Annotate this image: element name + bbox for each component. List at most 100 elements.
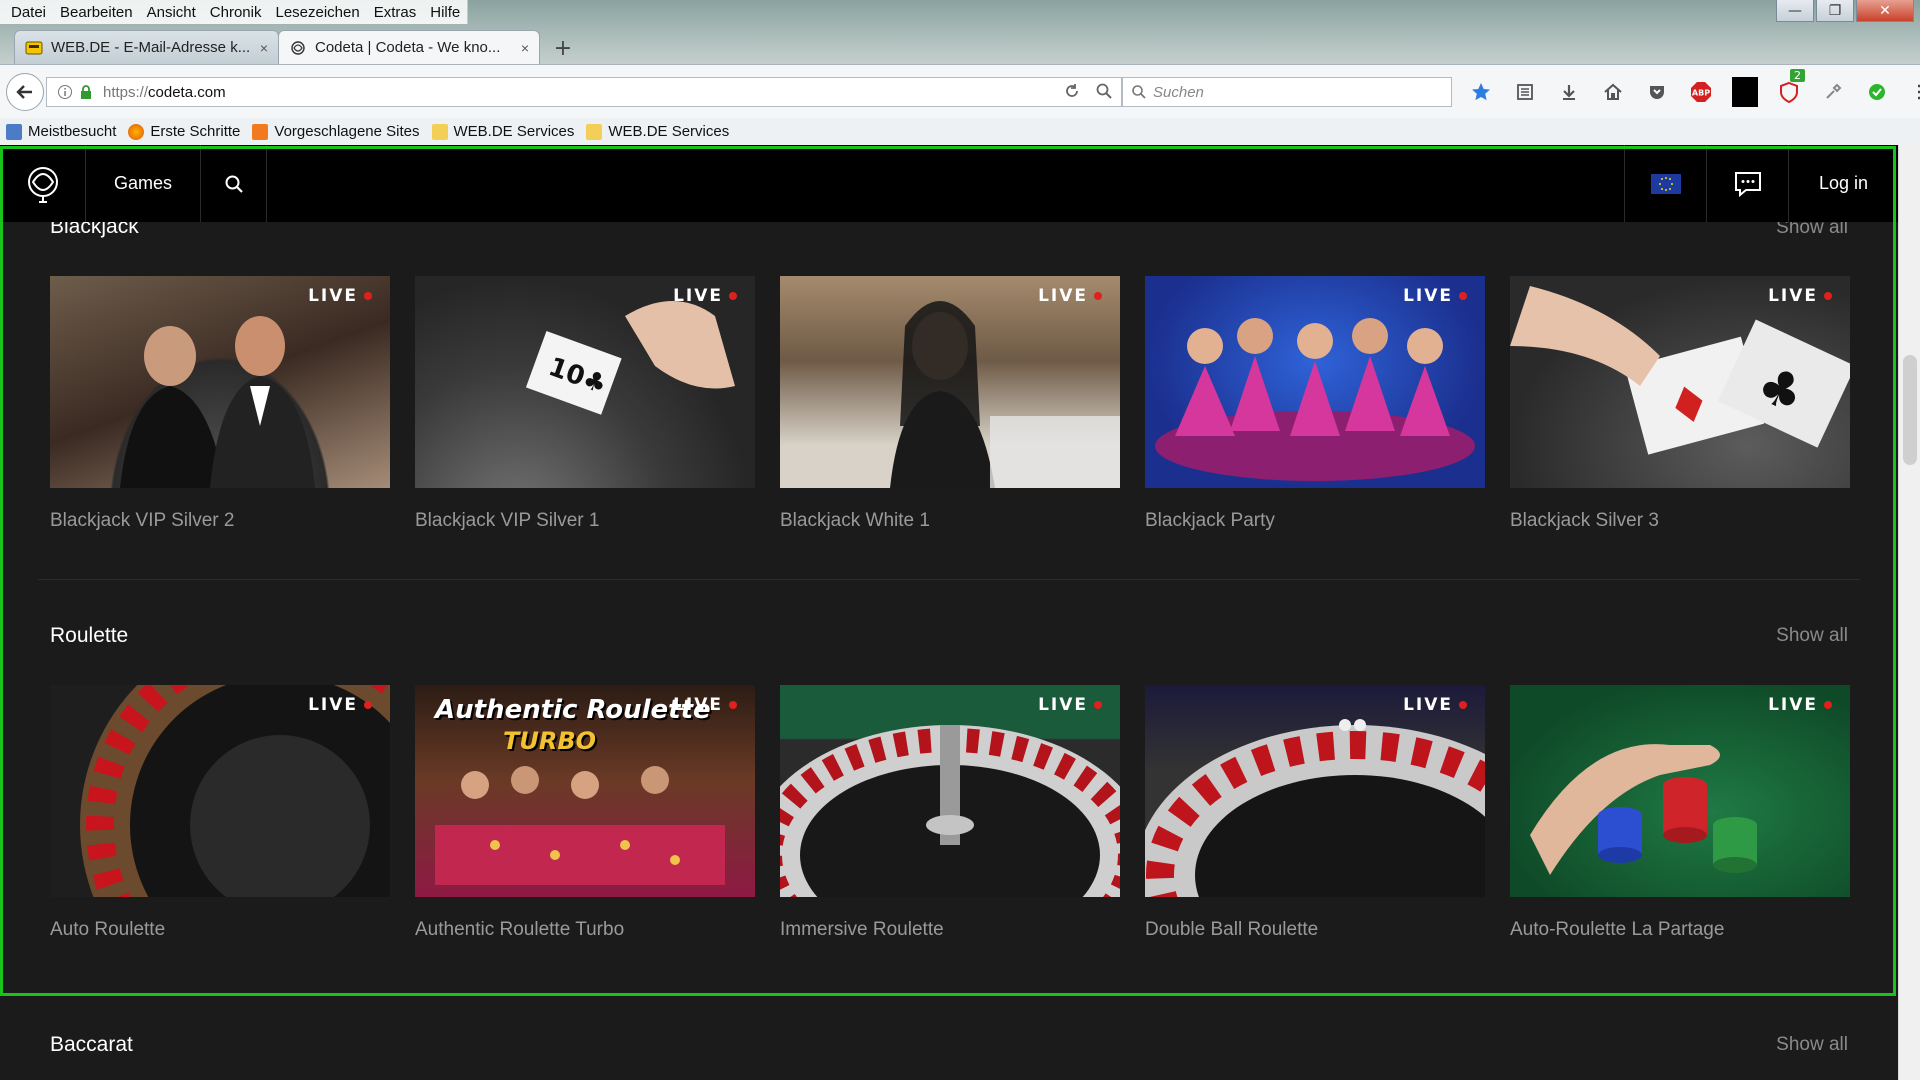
lock-icon: [81, 85, 91, 99]
promo-title: Authentic Roulette: [435, 695, 711, 725]
game-thumbnail[interactable]: LIVE: [1145, 276, 1485, 488]
game-card[interactable]: ♦ ♣ LIVE Blackjack Silver 3: [1510, 276, 1850, 532]
codeta-logo-icon[interactable]: [0, 145, 86, 222]
game-title[interactable]: Blackjack Party: [1145, 510, 1485, 532]
extension-black-icon[interactable]: [1732, 77, 1758, 107]
game-card[interactable]: Authentic Roulette TURBO LIVE Authentic …: [415, 685, 755, 941]
bookmark-erste-schritte[interactable]: Erste Schritte: [128, 123, 240, 140]
game-thumbnail[interactable]: LIVE: [1145, 685, 1485, 897]
home-icon[interactable]: [1600, 79, 1626, 105]
reload-icon[interactable]: [1063, 82, 1081, 100]
reading-list-icon[interactable]: [1512, 79, 1538, 105]
game-title[interactable]: Authentic Roulette Turbo: [415, 919, 755, 941]
back-arrow-icon: [16, 85, 32, 99]
codeta-page: Games Log in Blackjack Show all LIVE Bla…: [0, 145, 1898, 1080]
game-card[interactable]: LIVE Double Ball Roulette: [1145, 685, 1485, 941]
chat-icon[interactable]: [1706, 145, 1788, 222]
game-card[interactable]: LIVE Auto Roulette: [50, 685, 390, 941]
show-all-link[interactable]: Show all: [1776, 1034, 1848, 1056]
game-title[interactable]: Blackjack Silver 3: [1510, 510, 1850, 532]
game-card[interactable]: LIVE Blackjack VIP Silver 2: [50, 276, 390, 532]
scrollbar-thumb[interactable]: [1903, 355, 1917, 465]
codeta-favicon-icon: [289, 40, 307, 56]
game-thumbnail[interactable]: Authentic Roulette TURBO LIVE: [415, 685, 755, 897]
nav-search-button[interactable]: [201, 145, 267, 222]
bookmarks-bar: Meistbesucht Erste Schritte Vorgeschlage…: [0, 118, 1920, 145]
live-badge: LIVE: [673, 695, 737, 715]
site-header: Games Log in: [0, 145, 1898, 222]
game-thumbnail[interactable]: LIVE: [780, 685, 1120, 897]
game-card[interactable]: LIVE Immersive Roulette: [780, 685, 1120, 941]
cards-image: ♦ ♣: [1510, 286, 1850, 455]
url-bar[interactable]: https://codeta.com: [46, 77, 1122, 107]
new-tab-button[interactable]: +: [547, 32, 579, 64]
tab-close-icon[interactable]: ×: [260, 40, 268, 56]
game-thumbnail[interactable]: LIVE: [50, 276, 390, 488]
eu-flag-icon[interactable]: [1624, 145, 1706, 222]
live-badge: LIVE: [673, 286, 737, 306]
section-title: Baccarat: [50, 1033, 133, 1056]
menu-datei[interactable]: Datei: [4, 4, 53, 21]
game-title[interactable]: Immersive Roulette: [780, 919, 1120, 941]
game-title[interactable]: Blackjack VIP Silver 1: [415, 510, 755, 532]
game-title[interactable]: Blackjack VIP Silver 2: [50, 510, 390, 532]
menu-lesezeichen[interactable]: Lesezeichen: [268, 4, 366, 21]
game-thumbnail[interactable]: LIVE: [780, 276, 1120, 488]
bookmark-meistbesucht[interactable]: Meistbesucht: [6, 123, 116, 140]
download-icon[interactable]: [1556, 79, 1582, 105]
show-all-link[interactable]: Show all: [1776, 625, 1848, 647]
bookmark-webde-services-2[interactable]: WEB.DE Services: [586, 123, 729, 140]
bookmark-vorgeschlagene-sites[interactable]: Vorgeschlagene Sites: [252, 123, 420, 140]
game-title[interactable]: Double Ball Roulette: [1145, 919, 1485, 941]
info-icon[interactable]: [57, 84, 73, 100]
live-badge: LIVE: [1038, 695, 1102, 715]
url-search-icon[interactable]: [1095, 82, 1113, 100]
window-controls: — ❐ ✕: [1776, 0, 1914, 22]
tools-icon[interactable]: [1820, 79, 1846, 105]
bookmark-webde-services-1[interactable]: WEB.DE Services: [431, 123, 574, 140]
game-thumbnail[interactable]: LIVE: [50, 685, 390, 897]
tab-label: WEB.DE - E-Mail-Adresse k...: [51, 39, 251, 56]
game-title[interactable]: Blackjack White 1: [780, 510, 1120, 532]
live-dot: [729, 701, 737, 709]
tab-codeta[interactable]: Codeta | Codeta - We kno... ×: [278, 30, 540, 64]
game-card[interactable]: LIVE Auto-Roulette La Partage: [1510, 685, 1850, 941]
back-button[interactable]: [6, 73, 44, 111]
menu-hilfe[interactable]: Hilfe: [423, 4, 467, 21]
bookmark-star-icon[interactable]: [1468, 79, 1494, 105]
maximize-icon[interactable]: ❐: [1816, 0, 1854, 22]
nav-games[interactable]: Games: [86, 145, 201, 222]
search-input[interactable]: Suchen: [1122, 77, 1452, 107]
game-thumbnail[interactable]: LIVE: [1510, 685, 1850, 897]
badge-count: 2: [1790, 69, 1805, 82]
check-circle-icon[interactable]: [1864, 79, 1890, 105]
game-card[interactable]: LIVE Blackjack Party: [1145, 276, 1485, 532]
hamburger-menu-icon[interactable]: [1914, 79, 1920, 105]
login-button[interactable]: Log in: [1788, 145, 1898, 222]
tab-webde[interactable]: WEB.DE - E-Mail-Adresse k... ×: [14, 30, 279, 64]
live-badge: LIVE: [308, 286, 372, 306]
menu-ansicht[interactable]: Ansicht: [140, 4, 203, 21]
shield-badge-icon[interactable]: 2: [1776, 69, 1805, 105]
minimize-icon[interactable]: —: [1776, 0, 1814, 22]
game-card[interactable]: LIVE Blackjack White 1: [780, 276, 1120, 532]
game-title[interactable]: Auto Roulette: [50, 919, 390, 941]
adblock-icon[interactable]: ABP: [1688, 79, 1714, 105]
live-dot: [1824, 701, 1832, 709]
game-cards: LIVE Blackjack VIP Silver 2 10♣ LIVE Bla…: [50, 276, 1850, 532]
menu-extras[interactable]: Extras: [367, 4, 424, 21]
live-badge: LIVE: [1403, 695, 1467, 715]
page-scrollbar[interactable]: [1898, 145, 1920, 1080]
menu-bearbeiten[interactable]: Bearbeiten: [53, 4, 140, 21]
live-badge: LIVE: [1403, 286, 1467, 306]
search-placeholder: Suchen: [1153, 83, 1204, 101]
game-thumbnail[interactable]: ♦ ♣ LIVE: [1510, 276, 1850, 488]
close-icon[interactable]: ✕: [1856, 0, 1914, 22]
game-title[interactable]: Auto-Roulette La Partage: [1510, 919, 1850, 941]
game-thumbnail[interactable]: 10♣ LIVE: [415, 276, 755, 488]
folder-icon: [431, 123, 448, 140]
tab-close-icon[interactable]: ×: [521, 40, 529, 56]
game-card[interactable]: 10♣ LIVE Blackjack VIP Silver 1: [415, 276, 755, 532]
menu-chronik[interactable]: Chronik: [203, 4, 269, 21]
pocket-icon[interactable]: [1644, 79, 1670, 105]
